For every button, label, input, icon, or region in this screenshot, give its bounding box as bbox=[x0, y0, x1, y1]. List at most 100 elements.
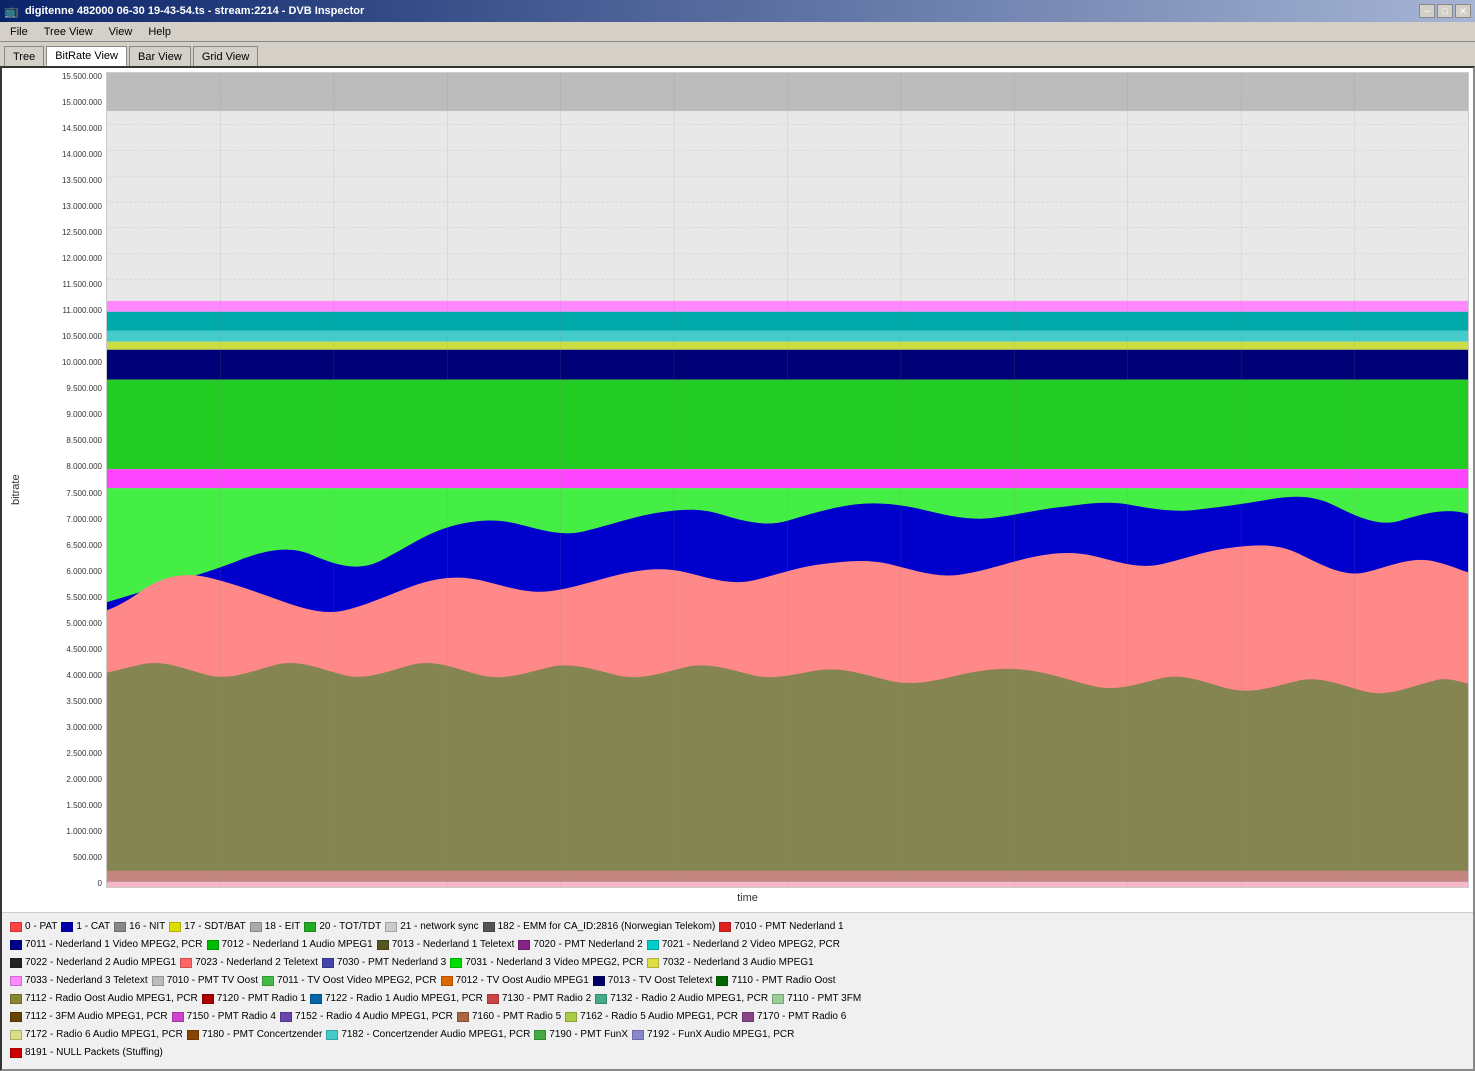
legend-item: 7030 - PMT Nederland 3 bbox=[322, 955, 446, 971]
legend-row: 7022 - Nederland 2 Audio MPEG17023 - Ned… bbox=[10, 955, 1465, 971]
legend-row: 8191 - NULL Packets (Stuffing) bbox=[10, 1045, 1465, 1061]
maximize-button[interactable]: □ bbox=[1437, 4, 1453, 18]
chart-container: 15.500.00015.000.00014.500.00014.000.000… bbox=[26, 72, 1469, 908]
y-tick: 4.500.000 bbox=[66, 645, 102, 654]
legend-label: 7110 - PMT Radio Oost bbox=[731, 973, 835, 989]
y-tick: 3.500.000 bbox=[66, 697, 102, 706]
legend-item: 7120 - PMT Radio 1 bbox=[202, 991, 306, 1007]
tab-tree[interactable]: Tree bbox=[4, 46, 44, 66]
y-tick: 5.500.000 bbox=[66, 593, 102, 602]
legend-area: 0 - PAT1 - CAT16 - NIT17 - SDT/BAT18 - E… bbox=[2, 912, 1473, 1069]
legend-label: 7120 - PMT Radio 1 bbox=[217, 991, 306, 1007]
legend-item: 7172 - Radio 6 Audio MPEG1, PCR bbox=[10, 1027, 183, 1043]
y-tick: 9.500.000 bbox=[66, 384, 102, 393]
legend-color-box bbox=[187, 1030, 199, 1040]
legend-item: 7112 - Radio Oost Audio MPEG1, PCR bbox=[10, 991, 198, 1007]
legend-color-box bbox=[250, 922, 262, 932]
x-axis-label: time bbox=[26, 888, 1469, 908]
legend-label: 7112 - 3FM Audio MPEG1, PCR bbox=[25, 1009, 168, 1025]
legend-color-box bbox=[172, 1012, 184, 1022]
legend-item: 8191 - NULL Packets (Stuffing) bbox=[10, 1045, 163, 1061]
menu-tree-view[interactable]: Tree View bbox=[36, 24, 101, 40]
legend-label: 7013 - Nederland 1 Teletext bbox=[392, 937, 515, 953]
legend-item: 7150 - PMT Radio 4 bbox=[172, 1009, 276, 1025]
menu-file[interactable]: File bbox=[2, 24, 36, 40]
legend-row: 7112 - 3FM Audio MPEG1, PCR 7150 - PMT Ra… bbox=[10, 1009, 1465, 1025]
legend-color-box bbox=[595, 994, 607, 1004]
legend-item: 7010 - PMT TV Oost bbox=[152, 973, 258, 989]
legend-color-box bbox=[377, 940, 389, 950]
legend-item: 18 - EIT bbox=[250, 919, 301, 935]
menu-view[interactable]: View bbox=[101, 24, 141, 40]
minimize-button[interactable]: ─ bbox=[1419, 4, 1435, 18]
legend-label: 7150 - PMT Radio 4 bbox=[187, 1009, 276, 1025]
legend-item: 7190 - PMT FunX bbox=[534, 1027, 628, 1043]
legend-label: 7180 - PMT Concertzender bbox=[202, 1027, 322, 1043]
legend-label: 18 - EIT bbox=[265, 919, 301, 935]
legend-item: 7130 - PMT Radio 2 bbox=[487, 991, 591, 1007]
legend-item: 7132 - Radio 2 Audio MPEG1, PCR bbox=[595, 991, 768, 1007]
legend-item: 7011 - Nederland 1 Video MPEG2, PCR bbox=[10, 937, 203, 953]
legend-row: 7011 - Nederland 1 Video MPEG2, PCR 7012 … bbox=[10, 937, 1465, 953]
legend-color-box bbox=[10, 958, 22, 968]
legend-color-box bbox=[534, 1030, 546, 1040]
legend-color-box bbox=[207, 940, 219, 950]
legend-color-box bbox=[262, 976, 274, 986]
legend-item: 7011 - TV Oost Video MPEG2, PCR bbox=[262, 973, 437, 989]
legend-item: 7020 - PMT Nederland 2 bbox=[518, 937, 642, 953]
legend-item: 7152 - Radio 4 Audio MPEG1, PCR bbox=[280, 1009, 453, 1025]
legend-item: 7182 - Concertzender Audio MPEG1, PCR bbox=[326, 1027, 530, 1043]
legend-color-box bbox=[326, 1030, 338, 1040]
chart-plot[interactable] bbox=[106, 72, 1469, 888]
y-tick: 10.500.000 bbox=[62, 332, 102, 341]
legend-color-box bbox=[385, 922, 397, 932]
y-tick: 7.000.000 bbox=[66, 515, 102, 524]
close-button[interactable]: ✕ bbox=[1455, 4, 1471, 18]
legend-color-box bbox=[518, 940, 530, 950]
y-tick: 12.500.000 bbox=[62, 228, 102, 237]
legend-label: 7170 - PMT Radio 6 bbox=[757, 1009, 846, 1025]
y-tick: 3.000.000 bbox=[66, 723, 102, 732]
tab-bitrate-view[interactable]: BitRate View bbox=[46, 46, 127, 66]
legend-item: 21 - network sync bbox=[385, 919, 478, 935]
legend-item: 7162 - Radio 5 Audio MPEG1, PCR bbox=[565, 1009, 738, 1025]
legend-color-box bbox=[632, 1030, 644, 1040]
legend-label: 7190 - PMT FunX bbox=[549, 1027, 628, 1043]
menu-help[interactable]: Help bbox=[140, 24, 179, 40]
y-tick: 0 bbox=[98, 879, 102, 888]
legend-item: 182 - EMM for CA_ID:2816 (Norwegian Tele… bbox=[483, 919, 716, 935]
legend-label: 7112 - Radio Oost Audio MPEG1, PCR bbox=[25, 991, 198, 1007]
legend-color-box bbox=[202, 994, 214, 1004]
legend-label: 7182 - Concertzender Audio MPEG1, PCR bbox=[341, 1027, 530, 1043]
legend-item: 7160 - PMT Radio 5 bbox=[457, 1009, 561, 1025]
legend-color-box bbox=[10, 976, 22, 986]
legend-item: 1 - CAT bbox=[61, 919, 110, 935]
title-text: 📺 digitenne 482000 06-30 19-43-54.ts - s… bbox=[4, 4, 364, 18]
y-tick: 2.500.000 bbox=[66, 749, 102, 758]
legend-label: 7160 - PMT Radio 5 bbox=[472, 1009, 561, 1025]
legend-color-box bbox=[450, 958, 462, 968]
tab-grid-view[interactable]: Grid View bbox=[193, 46, 258, 66]
y-tick: 1.000.000 bbox=[66, 827, 102, 836]
legend-label: 7010 - PMT Nederland 1 bbox=[734, 919, 843, 935]
y-tick: 6.000.000 bbox=[66, 567, 102, 576]
y-tick: 15.500.000 bbox=[62, 72, 102, 81]
legend-item: 7013 - TV Oost Teletext bbox=[593, 973, 713, 989]
tab-bar-view[interactable]: Bar View bbox=[129, 46, 191, 66]
legend-color-box bbox=[310, 994, 322, 1004]
legend-label: 7122 - Radio 1 Audio MPEG1, PCR bbox=[325, 991, 483, 1007]
legend-item: 7032 - Nederland 3 Audio MPEG1 bbox=[647, 955, 813, 971]
window-controls: ─ □ ✕ bbox=[1419, 4, 1471, 18]
legend-color-box bbox=[441, 976, 453, 986]
legend-item: 7031 - Nederland 3 Video MPEG2, PCR bbox=[450, 955, 643, 971]
y-tick: 2.000.000 bbox=[66, 775, 102, 784]
legend-label: 7033 - Nederland 3 Teletext bbox=[25, 973, 148, 989]
legend-color-box bbox=[772, 994, 784, 1004]
legend-color-box bbox=[114, 922, 126, 932]
y-tick: 10.000.000 bbox=[62, 358, 102, 367]
legend-item: 7022 - Nederland 2 Audio MPEG1 bbox=[10, 955, 176, 971]
legend-color-box bbox=[10, 994, 22, 1004]
legend-label: 7012 - Nederland 1 Audio MPEG1 bbox=[222, 937, 373, 953]
y-tick: 13.000.000 bbox=[62, 202, 102, 211]
chart-area: bitrate 15.500.00015.000.00014.500.00014… bbox=[2, 68, 1473, 912]
